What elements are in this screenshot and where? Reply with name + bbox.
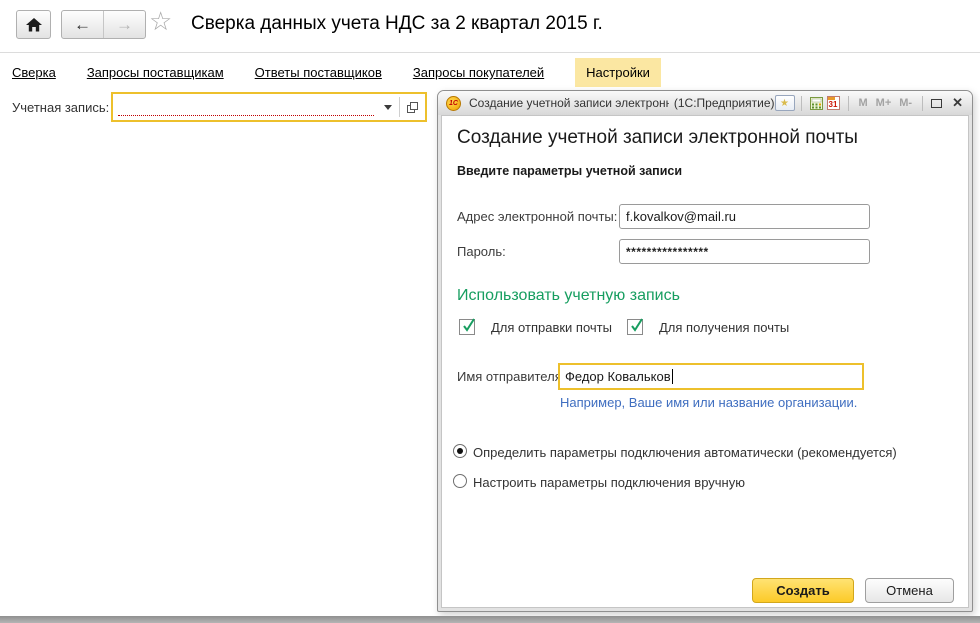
account-choose-button[interactable] bbox=[400, 94, 425, 120]
forward-button[interactable]: → bbox=[103, 11, 145, 38]
email-label: Адрес электронной почты: bbox=[457, 209, 617, 224]
sender-name-hint: Например, Ваше имя или название организа… bbox=[560, 395, 857, 410]
use-account-heading: Использовать учетную запись bbox=[457, 287, 680, 305]
email-account-dialog: 1С Создание учетной записи электронно...… bbox=[437, 90, 973, 612]
manual-connection-label: Настроить параметры подключения вручную bbox=[473, 475, 745, 490]
account-select[interactable] bbox=[111, 92, 427, 122]
dialog-body: Создание учетной записи электронной почт… bbox=[441, 115, 969, 608]
dialog-subheading: Введите параметры учетной записи bbox=[457, 164, 682, 178]
tab-nastroiki[interactable]: Настройки bbox=[575, 58, 661, 87]
calendar-icon: 31 bbox=[827, 96, 840, 110]
page-title: Сверка данных учета НДС за 2 квартал 201… bbox=[191, 13, 603, 35]
star-icon: ★ bbox=[780, 98, 789, 109]
receive-mail-checkbox[interactable] bbox=[627, 319, 643, 335]
chevron-down-icon bbox=[384, 105, 392, 110]
calendar-button[interactable]: 31 bbox=[827, 96, 840, 110]
account-dropdown-button[interactable] bbox=[376, 94, 399, 120]
tab-zaprosy-postavshchikam[interactable]: Запросы поставщикам bbox=[87, 65, 224, 80]
account-input[interactable] bbox=[113, 94, 376, 120]
favorite-star-icon[interactable]: ☆ bbox=[149, 6, 172, 37]
cancel-button[interactable]: Отмена bbox=[865, 578, 954, 603]
auto-connection-radio[interactable] bbox=[453, 444, 467, 458]
sender-name-value: Федор Ковальков bbox=[565, 369, 671, 384]
tab-sverka[interactable]: Сверка bbox=[12, 65, 56, 80]
close-button[interactable]: ✕ bbox=[952, 95, 963, 111]
maximize-icon bbox=[931, 99, 942, 108]
create-button[interactable]: Создать bbox=[752, 578, 854, 603]
dialog-titlebar[interactable]: 1С Создание учетной записи электронно...… bbox=[438, 91, 972, 115]
back-arrow-icon: ← bbox=[74, 15, 91, 35]
titlebar-controls: ★ 31 M M+ bbox=[775, 95, 964, 111]
sender-name-input[interactable]: Федор Ковальков bbox=[558, 363, 864, 390]
sender-name-label: Имя отправителя: bbox=[457, 369, 565, 384]
calculator-button[interactable] bbox=[810, 97, 823, 110]
checkmark-icon bbox=[461, 315, 477, 333]
memory-m-button[interactable]: M bbox=[859, 97, 868, 109]
1c-logo-icon: 1С bbox=[446, 96, 461, 111]
tab-otvety-postavshchikov[interactable]: Ответы поставщиков bbox=[255, 65, 382, 80]
password-field[interactable] bbox=[619, 239, 870, 264]
window-bottom-frame bbox=[0, 616, 980, 623]
titlebar-divider bbox=[848, 96, 849, 111]
forward-arrow-icon: → bbox=[116, 15, 133, 35]
email-field[interactable] bbox=[619, 204, 870, 229]
calculator-icon bbox=[810, 97, 823, 110]
titlebar-divider bbox=[922, 96, 923, 111]
password-label: Пароль: bbox=[457, 244, 506, 259]
memory-m-plus-button[interactable]: M+ bbox=[876, 97, 892, 109]
home-icon bbox=[26, 18, 42, 32]
maximize-button[interactable] bbox=[931, 99, 942, 108]
text-caret bbox=[672, 369, 673, 384]
required-field-underline bbox=[118, 115, 374, 116]
open-picker-icon bbox=[406, 101, 419, 114]
memory-m-minus-button[interactable]: M- bbox=[899, 97, 912, 109]
account-label: Учетная запись: bbox=[12, 100, 109, 115]
tab-bar: Сверка Запросы поставщикам Ответы постав… bbox=[0, 57, 661, 88]
favorites-button[interactable]: ★ bbox=[775, 95, 795, 111]
back-button[interactable]: ← bbox=[62, 11, 103, 38]
dialog-heading: Создание учетной записи электронной почт… bbox=[457, 127, 858, 149]
top-toolbar: ← → ☆ Сверка данных учета НДС за 2 кварт… bbox=[0, 0, 980, 53]
tab-zaprosy-pokupatelei[interactable]: Запросы покупателей bbox=[413, 65, 544, 80]
send-mail-label: Для отправки почты bbox=[491, 320, 612, 335]
dialog-app-name: (1С:Предприятие) bbox=[674, 96, 775, 110]
send-mail-checkbox[interactable] bbox=[459, 319, 475, 335]
auto-connection-label: Определить параметры подключения автомат… bbox=[473, 445, 897, 460]
dialog-title: Создание учетной записи электронно... bbox=[469, 96, 669, 110]
manual-connection-radio[interactable] bbox=[453, 474, 467, 488]
receive-mail-label: Для получения почты bbox=[659, 320, 789, 335]
home-button[interactable] bbox=[16, 10, 51, 39]
checkmark-icon bbox=[629, 315, 645, 333]
app-window: ← → ☆ Сверка данных учета НДС за 2 кварт… bbox=[0, 0, 980, 623]
history-nav-group: ← → bbox=[61, 10, 146, 39]
titlebar-divider bbox=[801, 96, 802, 111]
